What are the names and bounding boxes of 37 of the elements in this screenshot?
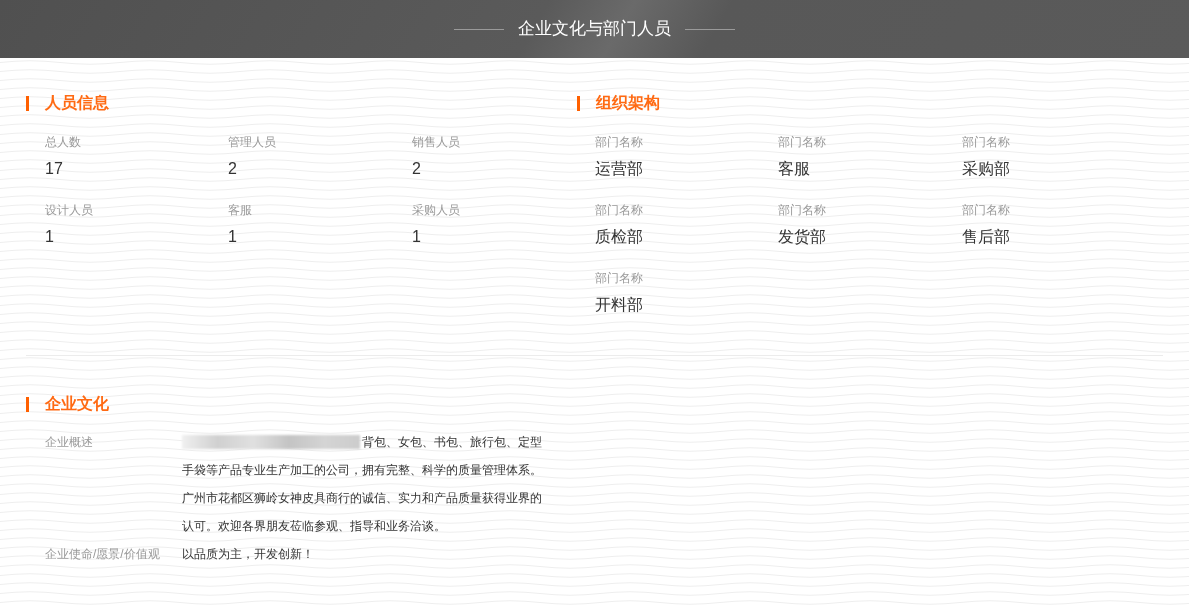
field-label: 部门名称 <box>778 134 826 150</box>
field-label: 设计人员 <box>45 202 93 218</box>
accent-bar-icon <box>26 95 29 111</box>
field-value: 运营部 <box>595 159 643 179</box>
field-value: 采购部 <box>962 159 1010 179</box>
field-label: 企业使命/愿景/价值观 <box>45 547 160 561</box>
page-title: 企业文化与部门人员 <box>518 18 671 40</box>
accent-bar-icon <box>577 95 580 111</box>
field-value: 售后部 <box>962 227 1010 247</box>
accent-bar-icon <box>26 396 29 412</box>
field-label: 部门名称 <box>962 202 1010 218</box>
description-text: 背包、女包、书包、旅行包、定型手袋等产品专业生产加工的公司，拥有完整、科学的质量管理体系。广州市花都区狮岭女神皮具商行的诚信、实力和产品质量获得业界的认可。欢迎各界朋友莅临参观、指导和业务洽谈。 <box>182 434 543 535</box>
field-value: 1 <box>45 227 54 247</box>
field-label: 部门名称 <box>962 134 1010 150</box>
section-title: 人员信息 <box>45 93 109 113</box>
field-label: 部门名称 <box>595 270 643 286</box>
field-value: 1 <box>412 227 421 247</box>
field-value: 客服 <box>778 159 810 179</box>
field-value: 2 <box>228 159 237 179</box>
field-value: 17 <box>45 159 63 179</box>
field-value: 质检部 <box>595 227 643 247</box>
field-label: 部门名称 <box>595 134 643 150</box>
section-title: 企业文化 <box>45 394 109 414</box>
description-text: 以品质为主，开发创新！ <box>182 546 315 563</box>
field-value: 开料部 <box>595 295 643 315</box>
field-label: 总人数 <box>45 134 81 150</box>
field-label: 部门名称 <box>778 202 826 218</box>
field-value: 2 <box>412 159 421 179</box>
field-label: 客服 <box>228 202 252 218</box>
field-label: 部门名称 <box>595 202 643 218</box>
field-value: 1 <box>228 227 237 247</box>
field-label: 管理人员 <box>228 134 276 150</box>
field-label: 采购人员 <box>412 202 460 218</box>
section-title: 组织架构 <box>596 93 660 113</box>
field-label: 企业概述 <box>45 435 93 449</box>
field-label: 销售人员 <box>412 134 460 150</box>
field-value: 发货部 <box>778 227 826 247</box>
